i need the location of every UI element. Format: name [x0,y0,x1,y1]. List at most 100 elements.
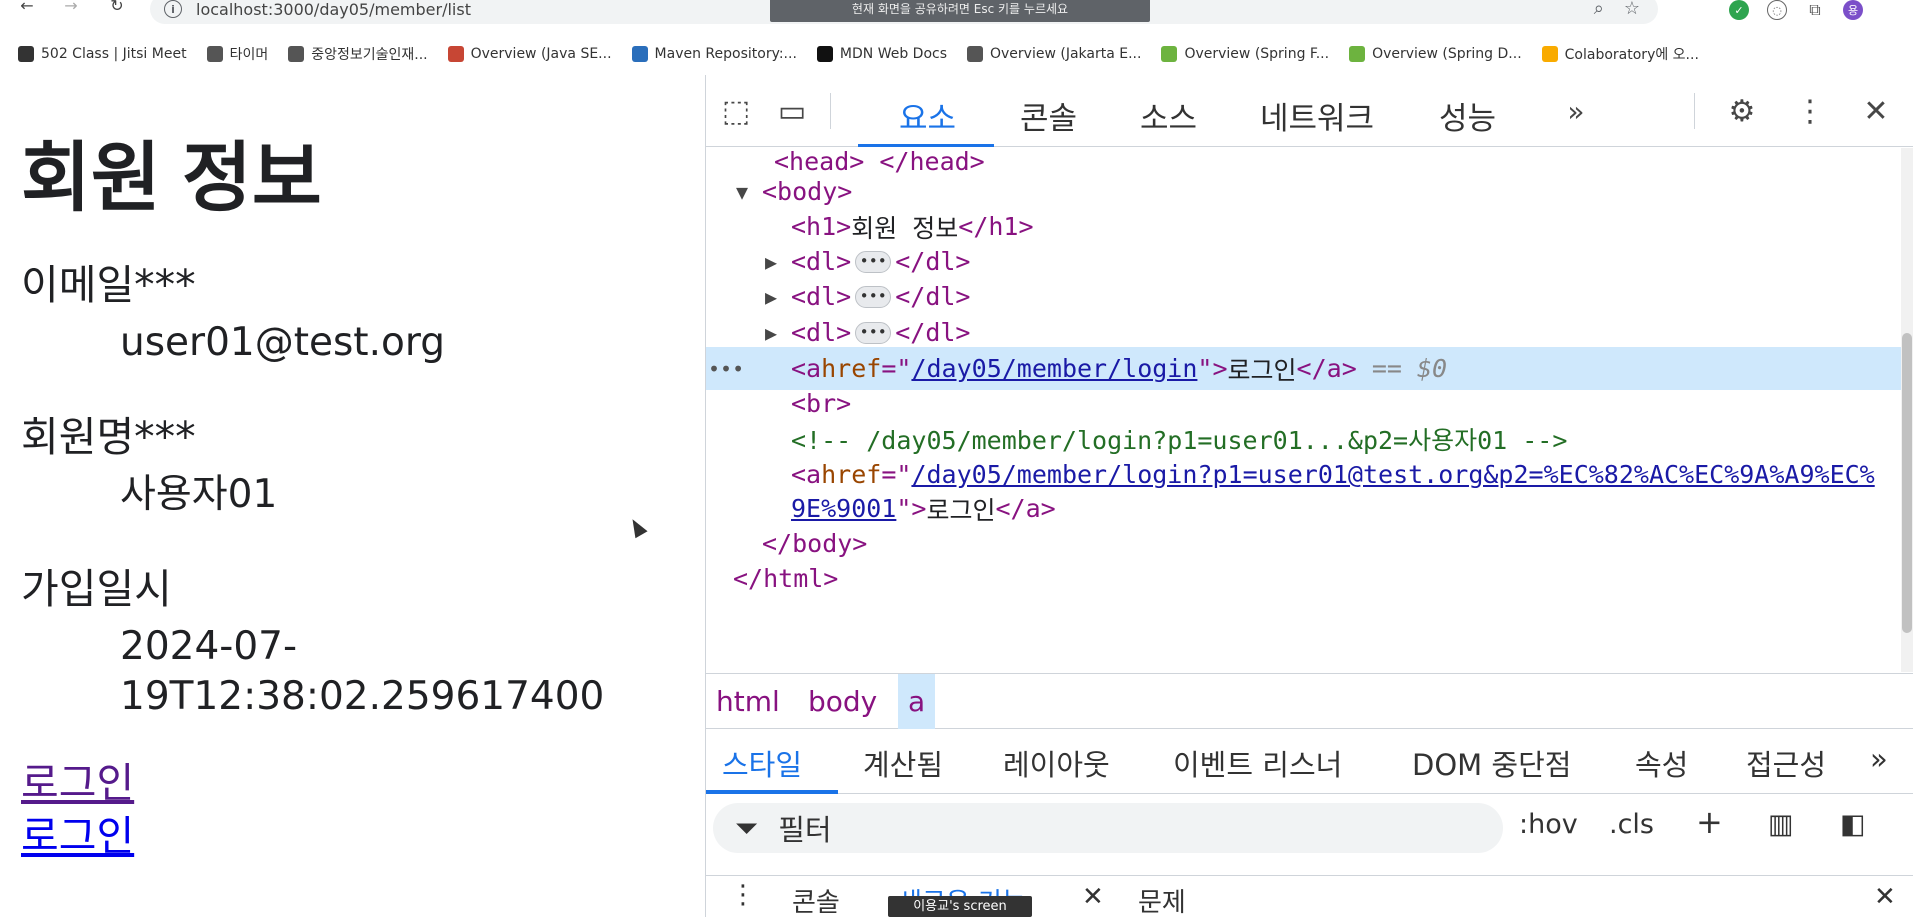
shield-extension-icon[interactable]: ✓ [1729,0,1749,20]
tab-computed[interactable]: 계산됨 [863,742,943,784]
more-tabs-icon[interactable]: » [1554,89,1598,133]
bookmark-label: 502 Class | Jitsi Meet [41,46,187,62]
extension-icons: ✓ ◌ ⧉ 용 [1729,0,1863,20]
field-label: 가입일시 [21,564,172,613]
tab-sources[interactable]: 소스 [1140,93,1197,138]
login-link-with-params[interactable]: 로그인 [21,810,705,863]
tree-line-html-close[interactable]: </html> [706,557,1902,600]
tab-styles[interactable]: 스타일 [722,742,802,784]
globe-icon [206,46,223,62]
more-actions-icon[interactable]: ••• [708,357,744,381]
href-link-cont[interactable]: 9E%9001 [791,494,896,523]
drawer-menu-icon[interactable]: ⋮ [730,880,756,910]
tab-layout[interactable]: 레이아웃 [1003,742,1110,784]
paint-brush-icon[interactable]: ▥ [1768,809,1794,840]
device-toolbar-icon[interactable]: ▭ [770,89,814,133]
drawer-tab-issues[interactable]: 문제 [1138,882,1186,917]
drawer-close-icon[interactable]: ✕ [1874,882,1896,912]
toggle-sidebar-icon[interactable]: ◧ [1840,809,1866,840]
drawer-tab-close-icon[interactable]: ✕ [1082,882,1104,912]
href-link[interactable]: /day05/member/login?p1=user01@test.org&p… [911,460,1874,489]
tab-elements[interactable]: 요소 [899,93,956,138]
field-name: 회원명*** 사용자01 [21,412,705,521]
bookmark-item[interactable]: Overview (Spring D... [1349,46,1522,62]
field-value: user01@test.org [120,320,445,366]
body-tag: <body> [762,177,853,206]
profile-avatar[interactable]: 용 [1843,0,1863,20]
active-tab-indicator [706,790,838,794]
divider [830,93,831,129]
bookmark-label: 중앙정보기술인재... [311,47,428,63]
collapse-triangle-icon[interactable]: ▼ [736,180,762,204]
bookmark-item[interactable]: Maven Repository:... [631,46,797,62]
br-tag: <br> [791,389,852,418]
bookmark-item[interactable]: Overview (Spring F... [1161,46,1329,62]
collapsed-content-icon[interactable]: ••• [855,250,892,273]
screen-share-banner: 현재 화면을 공유하려면 Esc 키를 누르세요 [770,0,1150,22]
tab-accessibility[interactable]: 접근성 [1746,742,1826,784]
breadcrumb-html[interactable]: html [706,674,790,729]
puzzle-icon[interactable]: ⧉ [1805,0,1825,20]
gear-icon[interactable]: ⚙ [1720,89,1764,133]
bookmark-item[interactable]: 502 Class | Jitsi Meet [18,46,187,62]
field-joined: 가입일시 2024-07- 19T12:38:02.259617400 [21,564,705,723]
tab-performance[interactable]: 성능 [1439,93,1496,138]
extension-icon[interactable]: ◌ [1767,0,1787,20]
bookmark-item[interactable]: Overview (Jakarta E... [967,46,1141,62]
bookmark-item[interactable]: Overview (Java SE... [447,46,612,62]
breadcrumb: html body a [706,673,1913,729]
styles-filterbar: ⏷ 필터 :hov .cls + ▥ ◧ [706,795,1913,861]
tab-console[interactable]: 콘솔 [1020,93,1077,138]
bookmark-label: Colaboratory에 오... [1564,47,1699,63]
bookmark-item[interactable]: 중앙정보기술인재... [288,44,428,64]
browser-toolbar: ← → ↻ i localhost:3000/day05/member/list… [0,0,1913,26]
zoom-icon[interactable]: ⌕ [1594,0,1604,19]
expand-triangle-icon[interactable]: ▶ [765,250,791,274]
bookmark-item[interactable]: MDN Web Docs [816,46,947,62]
more-tabs-icon[interactable]: » [1870,742,1888,776]
a-open-start: <a [791,460,822,489]
reload-icon[interactable]: ↻ [102,0,132,16]
tab-network[interactable]: 네트워크 [1260,93,1374,138]
breadcrumb-a[interactable]: a [898,674,936,729]
spring-icon [1161,46,1178,62]
bookmark-label: Maven Repository:... [654,46,797,62]
bookmark-label: Overview (Java SE... [470,46,612,62]
hov-button[interactable]: :hov [1519,809,1578,840]
tab-dom-breakpoints[interactable]: DOM 중단점 [1412,742,1571,784]
href-link[interactable]: /day05/member/login [911,354,1197,383]
site-info-icon[interactable]: i [164,0,182,18]
dollar-ref: == $0 [1371,354,1448,383]
field-email: 이메일*** user01@test.org [21,262,705,369]
dl-close-tag: </dl> [895,318,971,347]
drawer-tab-console[interactable]: 콘솔 [792,882,840,917]
elements-scrollbar[interactable] [1901,148,1913,672]
dl-open-tag: <dl> [791,247,852,276]
more-options-icon[interactable]: ⋮ [1788,89,1832,133]
scrollbar-thumb[interactable] [1902,333,1912,633]
bookmark-item[interactable]: 타이머 [206,44,268,64]
add-rule-icon[interactable]: + [1696,803,1723,841]
cls-button[interactable]: .cls [1609,809,1654,840]
field-value-line: 2024-07- [120,623,298,669]
close-icon[interactable]: ✕ [1854,89,1898,133]
tab-event-listeners[interactable]: 이벤트 리스너 [1173,742,1342,784]
page-title: 회원 정보 [21,136,322,221]
breadcrumb-body[interactable]: body [798,674,887,729]
expand-triangle-icon[interactable]: ▶ [765,321,791,345]
expand-triangle-icon[interactable]: ▶ [765,285,791,309]
tab-properties[interactable]: 속성 [1635,742,1688,784]
login-link[interactable]: 로그인 [21,757,705,810]
collapsed-content-icon[interactable]: ••• [855,285,892,308]
colab-icon [1541,46,1558,62]
h1-close-tag: </h1> [958,212,1034,241]
bookmark-star-icon[interactable]: ☆ [1624,0,1640,19]
filter-input[interactable]: ⏷ 필터 [713,803,1503,853]
field-label: 회원명*** [21,412,196,461]
bookmark-label: MDN Web Docs [839,46,947,62]
back-icon[interactable]: ← [12,0,42,16]
bookmark-item[interactable]: Colaboratory에 오... [1541,44,1699,64]
collapsed-content-icon[interactable]: ••• [855,321,892,344]
inspect-element-icon[interactable]: ⬚ [714,89,758,133]
forward-icon[interactable]: → [56,0,86,16]
